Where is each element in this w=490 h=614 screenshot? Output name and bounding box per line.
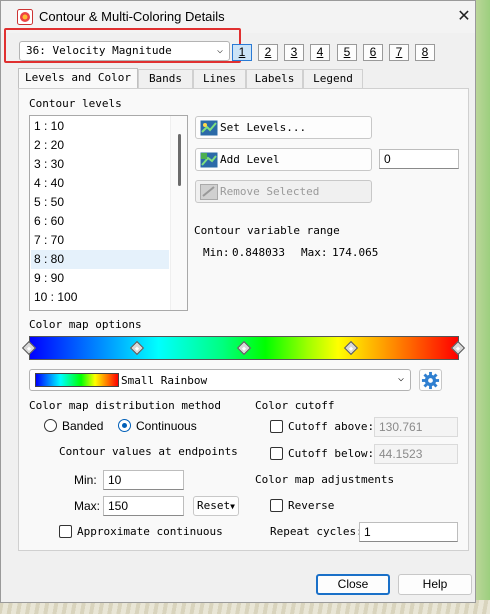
endpoint-max-input[interactable]: 150: [103, 496, 184, 516]
approximate-continuous-checkbox[interactable]: [59, 525, 72, 538]
reverse-checkbox[interactable]: [270, 499, 283, 512]
color-map-selected: Small Rainbow: [121, 374, 208, 387]
color-map-select[interactable]: Small Rainbow ⌵: [29, 369, 411, 391]
cutoff-below-input[interactable]: 44.1523: [374, 444, 458, 464]
app-icon: [17, 9, 33, 25]
range-max-label: Max:: [301, 246, 328, 259]
add-level-button[interactable]: Add Level: [195, 148, 372, 171]
endpoint-min-input[interactable]: 10: [103, 470, 184, 490]
continuous-label: Continuous: [136, 419, 197, 433]
range-min-value: 0.848033: [232, 246, 285, 259]
tab-lines[interactable]: Lines: [193, 69, 246, 89]
endpoint-min-label: Min:: [74, 473, 97, 487]
list-item[interactable]: 6 : 60: [31, 212, 169, 231]
banded-label: Banded: [62, 419, 104, 433]
list-item[interactable]: 10 : 100: [31, 288, 169, 307]
help-button[interactable]: Help: [398, 574, 472, 595]
page-button-8[interactable]: 8: [415, 44, 435, 61]
contour-range-heading: Contour variable range: [194, 224, 340, 237]
approximate-continuous-label: Approximate continuous: [77, 525, 223, 538]
color-map-options-label: Color map options: [29, 318, 142, 331]
color-map-marker[interactable]: [343, 340, 359, 356]
color-map-marker[interactable]: [236, 340, 252, 356]
list-item[interactable]: 3 : 30: [31, 155, 169, 174]
distribution-heading: Color map distribution method: [29, 399, 222, 412]
tab-bands[interactable]: Bands: [138, 69, 193, 89]
list-item[interactable]: 5 : 50: [31, 193, 169, 212]
list-item[interactable]: 8 : 80: [31, 250, 169, 269]
range-min-label: Min:: [203, 246, 230, 259]
endpoints-heading: Contour values at endpoints: [59, 445, 238, 458]
page-button-3[interactable]: 3: [284, 44, 304, 61]
list-scrollbar[interactable]: [170, 116, 187, 310]
cutoff-below-label: Cutoff below:: [288, 447, 375, 460]
chevron-down-icon: ⌵: [397, 373, 404, 384]
list-item[interactable]: 9 : 90: [31, 269, 169, 288]
reset-label: Reset: [197, 499, 231, 512]
page-button-5[interactable]: 5: [337, 44, 357, 61]
add-level-icon: [200, 152, 218, 168]
contour-levels-heading: Contour levels: [29, 97, 122, 110]
list-item[interactable]: 2 : 20: [31, 136, 169, 155]
set-levels-button[interactable]: Set Levels...: [195, 116, 372, 139]
endpoint-max-label: Max:: [74, 499, 101, 513]
window-title: Contour & Multi-Coloring Details: [39, 9, 225, 24]
page-button-1[interactable]: 1: [232, 44, 252, 61]
cutoff-above-label: Cutoff above:: [288, 420, 375, 433]
close-button[interactable]: Close: [316, 574, 390, 595]
repeat-cycles-input[interactable]: 1: [359, 522, 458, 542]
scrollbar-thumb[interactable]: [178, 134, 181, 186]
banded-radio[interactable]: [44, 419, 57, 432]
color-map-swatch: [35, 373, 119, 387]
remove-selected-icon: [200, 184, 218, 200]
page-button-7[interactable]: 7: [389, 44, 409, 61]
add-level-value-input[interactable]: 0: [379, 149, 459, 169]
page-button-4[interactable]: 4: [310, 44, 330, 61]
color-map-bar[interactable]: [21, 336, 466, 360]
list-item[interactable]: 7 : 70: [31, 231, 169, 250]
tab-legend[interactable]: Legend: [303, 69, 363, 89]
color-map-marker[interactable]: [129, 340, 145, 356]
cutoff-above-checkbox[interactable]: [270, 420, 283, 433]
range-max-value: 174.065: [332, 246, 379, 259]
tab-labels[interactable]: Labels: [246, 69, 303, 89]
cutoff-above-input[interactable]: 130.761: [374, 417, 458, 437]
cutoff-below-checkbox[interactable]: [270, 447, 283, 460]
remove-selected-button[interactable]: Remove Selected: [195, 180, 372, 203]
repeat-cycles-label: Repeat cycles:: [270, 525, 363, 538]
list-item[interactable]: 4 : 40: [31, 174, 169, 193]
set-levels-icon: [200, 120, 218, 136]
contour-levels-list[interactable]: 1 : 10 2 : 20 3 : 30 4 : 40 5 : 50 6 : 60 7 : …: [29, 115, 188, 311]
page-button-2[interactable]: 2: [258, 44, 278, 61]
reset-button[interactable]: Reset▼: [193, 496, 239, 516]
tab-levels-and-color[interactable]: Levels and Color: [18, 68, 138, 89]
continuous-radio[interactable]: [118, 419, 131, 432]
reverse-label: Reverse: [288, 499, 335, 512]
page-button-6[interactable]: 6: [363, 44, 383, 61]
color-map-adjustments-heading: Color map adjustments: [255, 473, 395, 486]
contour-details-dialog: Contour & Multi-Coloring Details ✕ 36: V…: [0, 0, 476, 603]
list-item[interactable]: 1 : 10: [31, 117, 169, 136]
color-map-settings-button[interactable]: [419, 369, 442, 391]
close-icon[interactable]: ✕: [452, 5, 476, 27]
highlight-box: [4, 28, 241, 63]
chevron-down-icon: ▼: [230, 502, 235, 511]
color-cutoff-heading: Color cutoff: [255, 399, 335, 412]
gear-icon: [421, 371, 440, 390]
